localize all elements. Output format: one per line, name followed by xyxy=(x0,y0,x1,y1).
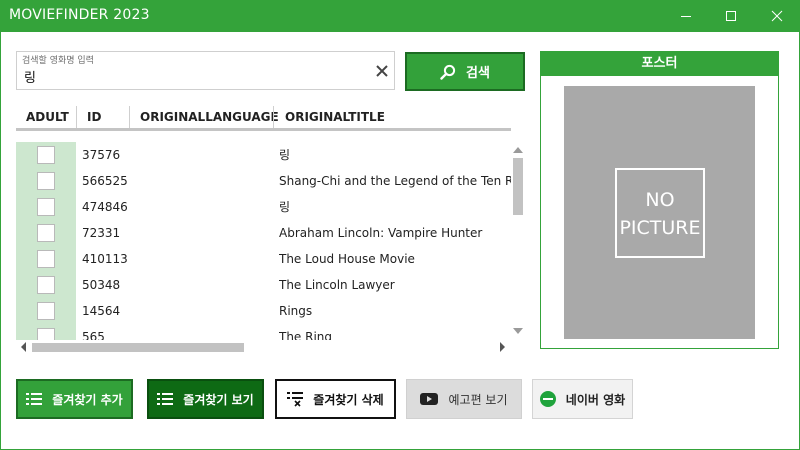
list-delete-icon xyxy=(287,392,304,407)
list-icon xyxy=(157,393,174,405)
row-checkbox[interactable] xyxy=(37,250,55,268)
row-checkbox[interactable] xyxy=(37,276,55,294)
poster-image: NO PICTURE xyxy=(564,86,755,339)
search-hint: 검색할 영화명 입력 xyxy=(22,56,94,66)
grid-header: ADULT ID ORIGINALLANGUAGE ORIGINALTITLE xyxy=(16,106,511,131)
movie-id: 565 xyxy=(82,330,105,340)
minimize-icon xyxy=(681,16,691,17)
search-button-label: 검색 xyxy=(466,66,490,81)
table-row[interactable]: 14564 Rings xyxy=(16,298,511,324)
column-header-id[interactable]: ID xyxy=(87,106,101,128)
vertical-scroll-thumb[interactable] xyxy=(513,158,523,215)
trailer-button[interactable]: 예고편 보기 xyxy=(406,379,522,419)
horizontal-scrollbar[interactable] xyxy=(16,340,511,354)
adult-cell xyxy=(16,272,76,298)
adult-cell xyxy=(16,220,76,246)
add-favorite-label: 즐겨찾기 추가 xyxy=(52,392,123,407)
movie-id: 50348 xyxy=(82,278,121,292)
column-divider[interactable] xyxy=(76,106,77,128)
movie-original-title: The Loud House Movie xyxy=(279,252,415,266)
vertical-scrollbar[interactable] xyxy=(511,142,525,340)
naver-movie-button[interactable]: 네이버 영화 xyxy=(532,379,633,419)
scroll-left-icon[interactable] xyxy=(18,340,28,354)
movie-original-title: 링 xyxy=(279,148,291,162)
add-favorite-button[interactable]: 즐겨찾기 추가 xyxy=(16,379,133,419)
adult-cell xyxy=(16,298,76,324)
movie-id: 566525 xyxy=(82,174,128,188)
movie-original-title: The Lincoln Lawyer xyxy=(279,278,395,292)
row-checkbox[interactable] xyxy=(37,146,55,164)
list-icon xyxy=(26,393,43,405)
poster-header: 포스터 xyxy=(541,52,778,76)
table-row[interactable]: 566525 Shang-Chi and the Legend of the T… xyxy=(16,168,511,194)
maximize-icon xyxy=(726,11,736,21)
adult-cell xyxy=(16,246,76,272)
naver-logo-icon xyxy=(539,391,556,407)
row-checkbox[interactable] xyxy=(37,328,55,340)
movie-id: 72331 xyxy=(82,226,121,240)
movie-grid: 37576 링 566525 Shang-Chi and the Legend … xyxy=(16,142,511,340)
clear-search-button[interactable] xyxy=(374,62,390,80)
search-input[interactable] xyxy=(24,69,364,84)
no-picture-line1: NO xyxy=(645,189,675,211)
row-checkbox[interactable] xyxy=(37,172,55,190)
table-row[interactable]: 565 The Ring xyxy=(16,324,511,340)
adult-cell xyxy=(16,142,76,168)
table-row[interactable]: 72331 Abraham Lincoln: Vampire Hunter xyxy=(16,220,511,246)
window-title: MOVIEFINDER 2023 xyxy=(9,7,150,23)
table-row[interactable]: 50348 The Lincoln Lawyer xyxy=(16,272,511,298)
movie-original-title: Shang-Chi and the Legend of the Ten Ring… xyxy=(279,174,511,188)
minimize-button[interactable] xyxy=(663,0,709,32)
table-row[interactable]: 474846 링 xyxy=(16,194,511,220)
clear-icon xyxy=(376,65,388,77)
trailer-label: 예고편 보기 xyxy=(448,392,508,407)
delete-favorite-button[interactable]: 즐겨찾기 삭제 xyxy=(275,379,396,419)
movie-original-title: Rings xyxy=(279,304,313,318)
youtube-icon xyxy=(420,393,439,405)
no-picture-line2: PICTURE xyxy=(619,217,701,239)
column-header-originallanguage[interactable]: ORIGINALLANGUAGE xyxy=(140,106,279,128)
maximize-button[interactable] xyxy=(708,0,754,32)
table-row[interactable]: 37576 링 xyxy=(16,142,511,168)
scroll-down-icon[interactable] xyxy=(511,326,525,336)
poster-panel: 포스터 NO PICTURE xyxy=(540,51,779,349)
adult-cell xyxy=(16,324,76,340)
naver-movie-label: 네이버 영화 xyxy=(565,392,626,407)
view-favorites-label: 즐겨찾기 보기 xyxy=(183,392,254,407)
movie-id: 14564 xyxy=(82,304,121,318)
row-checkbox[interactable] xyxy=(37,198,55,216)
table-row[interactable]: 410113 The Loud House Movie xyxy=(16,246,511,272)
row-checkbox[interactable] xyxy=(37,302,55,320)
movie-original-title: The Ring xyxy=(279,330,333,340)
movie-id: 474846 xyxy=(82,200,128,214)
movie-original-title: 링 xyxy=(279,200,291,214)
horizontal-scroll-thumb[interactable] xyxy=(32,343,244,352)
column-divider[interactable] xyxy=(129,106,130,128)
row-checkbox[interactable] xyxy=(37,224,55,242)
search-icon xyxy=(440,64,456,80)
adult-cell xyxy=(16,168,76,194)
movie-id: 410113 xyxy=(82,252,128,266)
column-header-originaltitle[interactable]: ORIGINALTITLE xyxy=(285,106,385,128)
view-favorites-button[interactable]: 즐겨찾기 보기 xyxy=(147,379,264,419)
adult-cell xyxy=(16,194,76,220)
scroll-right-icon[interactable] xyxy=(498,340,508,354)
no-picture-placeholder: NO PICTURE xyxy=(615,168,705,258)
scroll-up-icon[interactable] xyxy=(511,145,525,155)
movie-original-title: Abraham Lincoln: Vampire Hunter xyxy=(279,226,483,240)
close-icon xyxy=(771,10,783,22)
column-header-adult[interactable]: ADULT xyxy=(26,106,69,128)
close-button[interactable] xyxy=(754,0,800,32)
column-divider[interactable] xyxy=(273,106,274,128)
title-bar: MOVIEFINDER 2023 xyxy=(0,0,800,32)
movie-id: 37576 xyxy=(82,148,121,162)
search-box[interactable]: 검색할 영화명 입력 xyxy=(16,51,395,90)
search-button[interactable]: 검색 xyxy=(405,52,525,91)
delete-favorite-label: 즐겨찾기 삭제 xyxy=(313,392,384,407)
